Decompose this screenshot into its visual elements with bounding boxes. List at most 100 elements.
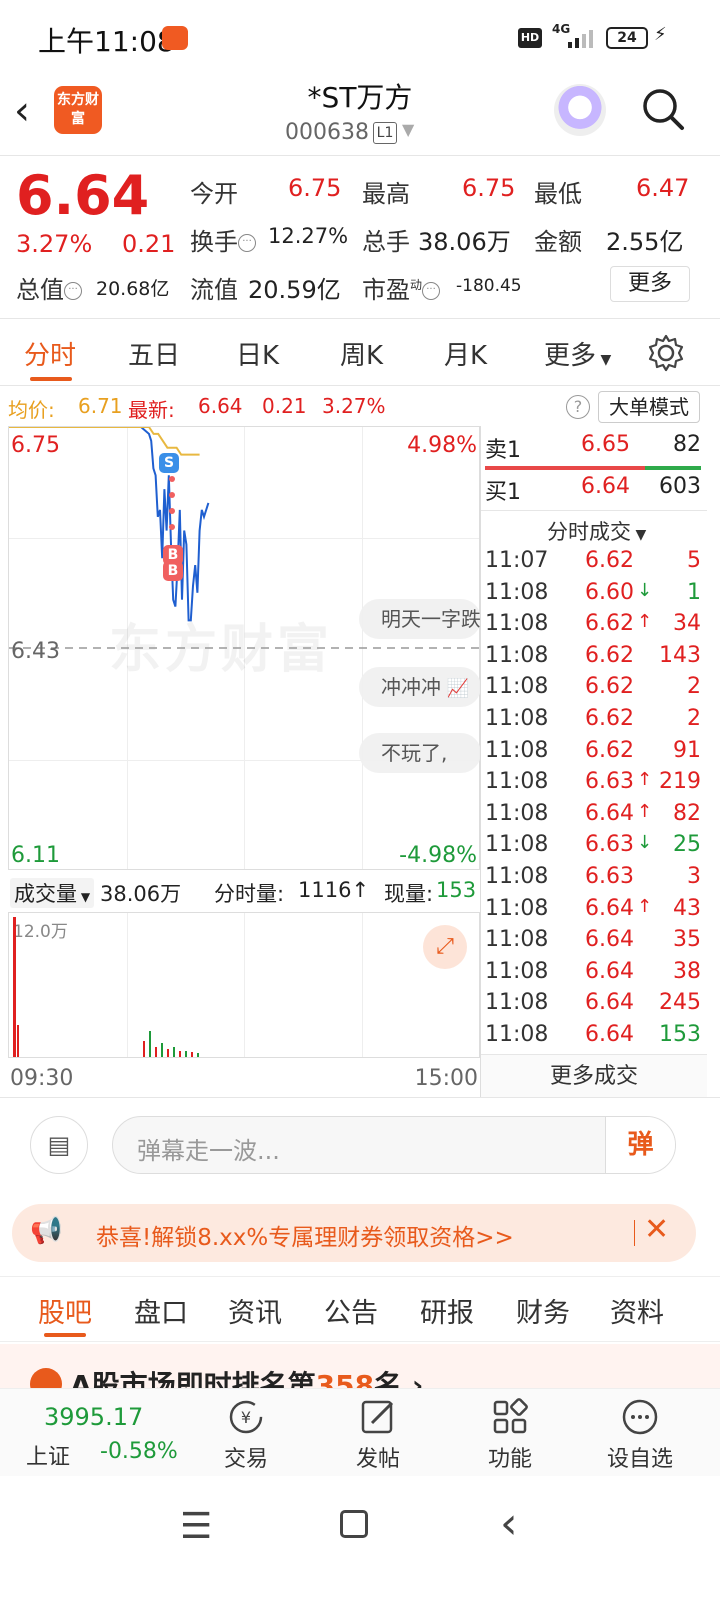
buy-marker[interactable]: B [163, 561, 183, 581]
tick-time: 11:08 [485, 958, 549, 984]
low-value: 6.47 [636, 174, 690, 202]
rank-peek[interactable]: A股市场即时排名第358名 › [0, 1344, 720, 1388]
current-volume: 153 [436, 878, 477, 902]
index-value[interactable]: 3995.17 [44, 1403, 143, 1431]
tick-time: 11:08 [485, 579, 549, 605]
rank-icon [30, 1368, 62, 1388]
danmaku-send-button[interactable]: 弹 [605, 1117, 675, 1173]
index-change[interactable]: -0.58% [100, 1439, 178, 1464]
tick-price: 6.64 [585, 927, 634, 953]
nav-functions[interactable]: 功能 [470, 1397, 550, 1473]
sell-marker[interactable]: S [159, 453, 179, 473]
time-end: 15:00 [414, 1066, 478, 1091]
danmaku-settings-icon[interactable]: ▤ [30, 1116, 88, 1174]
bid-label: 买1 [485, 480, 521, 505]
tick-time: 11:08 [485, 769, 549, 795]
quote-more-button[interactable]: 更多 [610, 266, 690, 302]
tick-price: 6.63 [585, 832, 634, 858]
high-value: 6.75 [462, 174, 516, 202]
tick-time: 11:08 [485, 832, 549, 858]
app-notification-icon [162, 26, 188, 50]
back-nav-icon[interactable]: ‹ [500, 1498, 518, 1549]
pct-axis-top: 4.98% [407, 433, 477, 458]
tick-volume: 219 [659, 769, 701, 795]
amount-value: 2.55亿 [606, 228, 684, 256]
promo-banner[interactable]: 📢 恭喜!解锁8.xx%专属理财券领取资格>> ✕ [12, 1204, 696, 1262]
latest-change: 0.21 [262, 394, 307, 418]
tab-announcements[interactable]: 公告 [324, 1291, 378, 1330]
tick-volume: 43 [673, 895, 701, 921]
tick-direction-icon: ↑ [637, 611, 653, 633]
chart-period-tabs: 分时 五日 日K 周K 月K 更多 ▼ [0, 318, 720, 386]
tick-volume: 153 [659, 1022, 701, 1047]
expand-icon[interactable]: ⤢ [423, 925, 467, 969]
bid-price: 6.64 [581, 474, 630, 499]
search-icon[interactable] [640, 86, 686, 132]
intraday-chart[interactable]: 东方财富 6.75 4.98% 6.43 6.11 -4.98% S B B 明… [8, 426, 481, 870]
tab-orderbook[interactable]: 盘口 [134, 1291, 188, 1330]
help-icon[interactable]: ? [566, 395, 590, 419]
high-label: 最高 [362, 180, 410, 208]
stock-code[interactable]: 000638 [285, 120, 369, 145]
tick-row: 11:08 6.64 ↑ 82 [481, 801, 707, 833]
tick-time: 11:08 [485, 990, 549, 1016]
close-icon[interactable]: ✕ [644, 1212, 669, 1247]
tab-intraday[interactable]: 分时 [24, 335, 76, 372]
tick-row: 11:08 6.62 2 [481, 706, 707, 738]
danmaku-input[interactable]: 弹幕走一波... 弹 [112, 1116, 676, 1174]
tab-news[interactable]: 资讯 [228, 1291, 282, 1330]
interval-volume-label: 分时量: [214, 882, 285, 906]
more-ticks-button[interactable]: 更多成交 [481, 1054, 707, 1098]
tick-row: 11:08 6.62 91 [481, 738, 707, 770]
tick-volume: 38 [673, 958, 701, 984]
tab-more[interactable]: 更多 ▼ [544, 335, 611, 372]
tick-direction-icon: ↑ [637, 769, 653, 791]
tick-row: 11:08 6.60 ↓ 1 [481, 580, 707, 612]
nav-trade[interactable]: ¥ 交易 [206, 1397, 286, 1473]
stock-header: ‹ 东方财富 *ST万方 000638 L1 ▼ [0, 76, 720, 156]
tick-volume: 91 [673, 737, 701, 763]
nav-add-watchlist[interactable]: 设自选 [600, 1397, 680, 1473]
volume-chart[interactable]: 12.0万 ⤢ [8, 912, 480, 1058]
tick-row: 11:08 6.62 2 [481, 674, 707, 706]
megaphone-icon: 📢 [30, 1216, 63, 1246]
comment-bubble[interactable]: 明天一字跌 [359, 599, 481, 639]
promo-text[interactable]: 恭喜!解锁8.xx%专属理财券领取资格>> [96, 1218, 514, 1252]
bid-row[interactable]: 买1 6.64 603 [481, 474, 707, 506]
menu-icon[interactable]: ☰ [180, 1506, 212, 1547]
time-start: 09:30 [10, 1066, 74, 1091]
tab-profile[interactable]: 资料 [610, 1291, 664, 1330]
latest-label: 最新: [128, 398, 175, 422]
active-tab-underline [30, 377, 72, 381]
tab-forum[interactable]: 股吧 [38, 1291, 92, 1330]
tick-row: 11:08 6.64 245 [481, 990, 707, 1022]
comment-bubble[interactable]: 不玩了, [359, 733, 481, 773]
bid-bar [645, 466, 701, 470]
tab-research[interactable]: 研报 [420, 1291, 474, 1330]
tab-financials[interactable]: 财务 [516, 1291, 570, 1330]
tick-price: 6.63 [585, 864, 634, 889]
comment-bubble[interactable]: 冲冲冲 📈 [359, 667, 481, 707]
tab-day-k[interactable]: 日K [236, 335, 279, 372]
settings-gear-icon[interactable] [646, 333, 686, 373]
index-name[interactable]: 上证 [26, 1439, 70, 1471]
tick-row: 11:08 6.64 35 [481, 927, 707, 959]
tick-time: 11:08 [485, 895, 549, 921]
tick-direction-icon: ↓ [637, 579, 653, 601]
assistant-robot-icon[interactable] [554, 84, 606, 136]
ask-row[interactable]: 卖1 6.65 82 [481, 432, 707, 464]
ticks-title[interactable]: 分时成交 ▼ [547, 516, 646, 546]
nav-post[interactable]: 发帖 [338, 1397, 418, 1473]
big-order-mode-button[interactable]: 大单模式 [598, 391, 700, 423]
tab-week-k[interactable]: 周K [340, 335, 383, 372]
tab-month-k[interactable]: 月K [444, 335, 487, 372]
tab-five-day[interactable]: 五日 [128, 335, 180, 372]
tick-row: 11:08 6.62 ↑ 34 [481, 611, 707, 643]
home-icon[interactable] [340, 1510, 368, 1538]
volume-selector[interactable]: 成交量 ▼ [10, 878, 95, 908]
chevron-down-icon[interactable]: ▼ [402, 120, 414, 139]
level-badge[interactable]: L1 [373, 122, 397, 144]
nav-add-watchlist-label: 设自选 [606, 1447, 673, 1472]
tick-price: 6.60 [585, 579, 634, 605]
bottom-nav: 3995.17 上证 -0.58% ¥ 交易 发帖 功能 设自选 [0, 1388, 720, 1476]
